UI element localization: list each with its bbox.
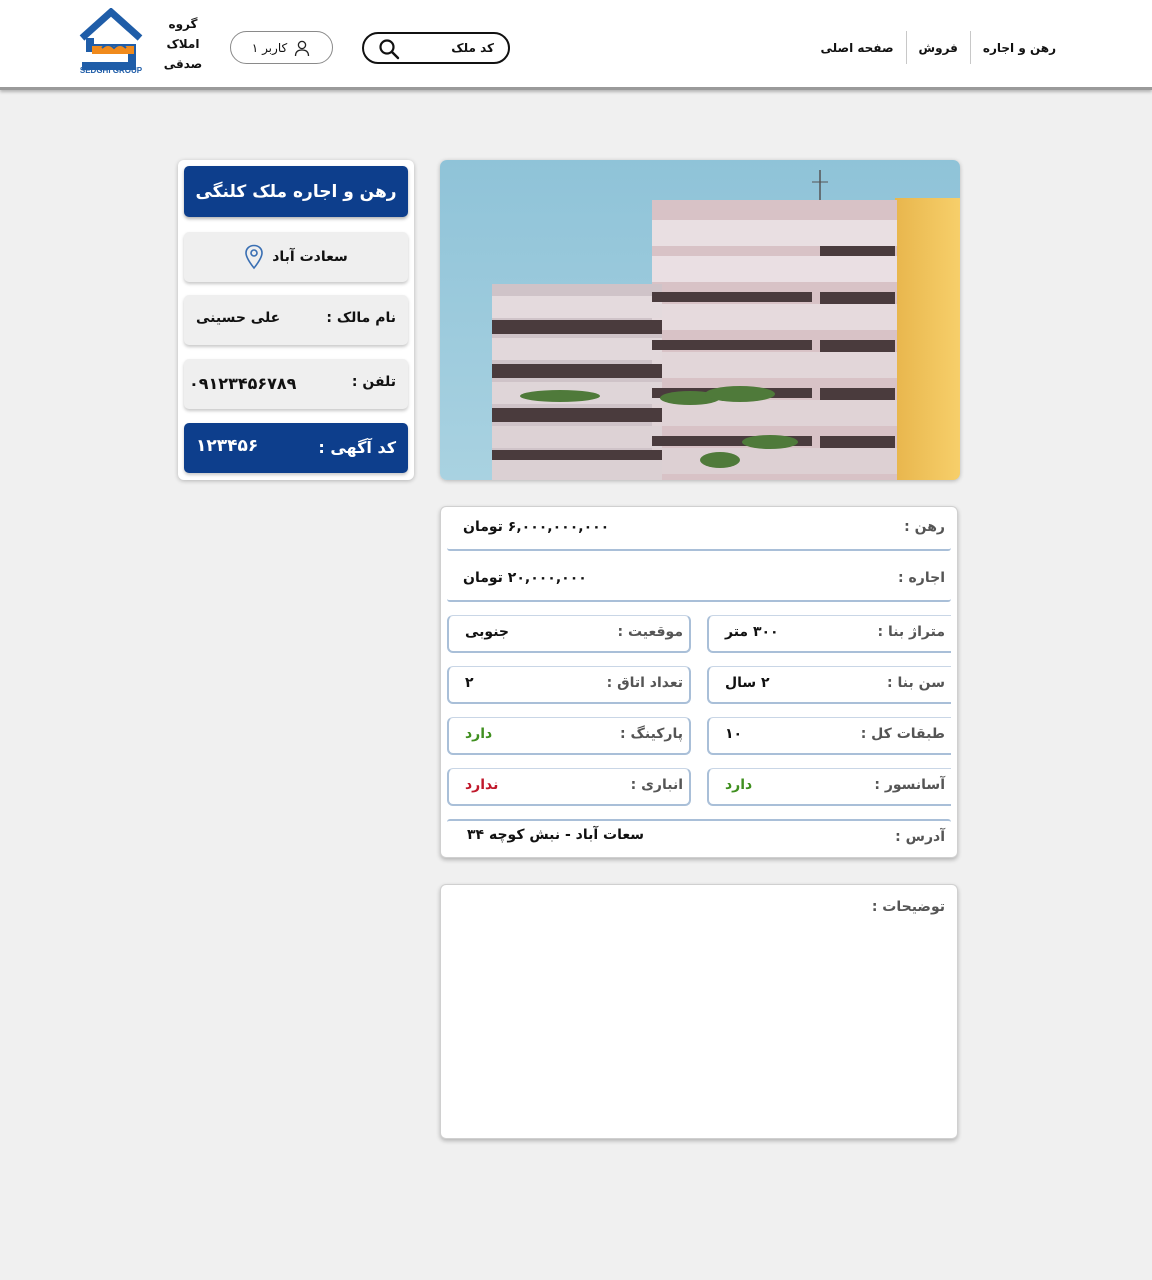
nav-divider xyxy=(905,31,907,64)
main-nav: صفحه اصلی فروش رهن و اجاره xyxy=(808,31,1068,64)
floors-value: ۱۰ xyxy=(725,726,743,742)
user-account-button[interactable]: کاربر ۱ xyxy=(230,31,333,64)
owner-row: نام مالک : علی حسینی xyxy=(184,295,408,345)
mortgage-label: رهن : xyxy=(904,519,945,535)
storage-label: انباری : xyxy=(630,777,683,793)
detail-storage: انباری : ندارد xyxy=(447,768,691,806)
top-header: SEDGHI GROUP گروه املاک صدقی کاربر ۱ صفح… xyxy=(0,0,1152,90)
storage-value: ندارد xyxy=(465,777,499,793)
listing-location: سعادت آباد xyxy=(184,232,408,282)
owner-label: نام مالک : xyxy=(326,310,396,326)
area-value: ۳۰۰ متر xyxy=(725,624,779,640)
detail-rent: اجاره : ۲۰,۰۰۰,۰۰۰ تومان xyxy=(447,558,951,602)
location-pin-icon xyxy=(245,244,264,270)
rent-value: ۲۰,۰۰۰,۰۰۰ تومان xyxy=(463,570,587,586)
parking-value: دارد xyxy=(465,726,493,742)
floors-label: طبقات کل : xyxy=(860,726,945,742)
detail-elevator: آسانسور : دارد xyxy=(707,768,951,806)
area-label: متراژ بنا : xyxy=(877,624,945,640)
search-input[interactable] xyxy=(404,39,494,57)
user-label: کاربر ۱ xyxy=(251,40,288,55)
description-box: توضیحات : xyxy=(440,884,958,1139)
phone-row: تلفن : ۰۹۱۲۳۴۵۶۷۸۹ xyxy=(184,359,408,409)
phone-number[interactable]: ۰۹۱۲۳۴۵۶۷۸۹ xyxy=(189,374,296,393)
search-icon[interactable] xyxy=(378,38,400,60)
address-label: آدرس : xyxy=(895,829,945,845)
detail-rooms: تعداد اتاق : ۲ xyxy=(447,666,691,704)
detail-position: موقعیت : جنوبی xyxy=(447,615,691,653)
property-photo[interactable] xyxy=(440,160,960,480)
rooms-label: تعداد اتاق : xyxy=(606,675,683,691)
nav-sale[interactable]: فروش xyxy=(907,31,970,64)
user-icon xyxy=(295,40,310,56)
rooms-value: ۲ xyxy=(465,675,474,691)
owner-name: علی حسینی xyxy=(196,310,281,326)
mortgage-value: ۶,۰۰۰,۰۰۰,۰۰۰ تومان xyxy=(463,519,610,535)
listing-code-row: کد آگهی : ۱۲۳۴۵۶ xyxy=(184,423,408,473)
logo-caption: SEDGHI GROUP xyxy=(79,66,143,75)
detail-address: آدرس : سعات آباد - نبش کوچه ۳۴ xyxy=(447,819,951,857)
description-label: توضیحات : xyxy=(871,899,945,915)
detail-mortgage: رهن : ۶,۰۰۰,۰۰۰,۰۰۰ تومان xyxy=(447,507,951,551)
nav-divider xyxy=(969,31,971,64)
elevator-value: دارد xyxy=(725,777,753,793)
listing-info-card: رهن و اجاره ملک کلنگی سعادت آباد نام مال… xyxy=(178,160,414,480)
nav-home[interactable]: صفحه اصلی xyxy=(808,31,905,64)
elevator-label: آسانسور : xyxy=(874,777,945,793)
detail-area: متراژ بنا : ۳۰۰ متر xyxy=(707,615,951,653)
detail-age: سن بنا : ۲ سال xyxy=(707,666,951,704)
detail-floors: طبقات کل : ۱۰ xyxy=(707,717,951,755)
parking-label: پارکینگ : xyxy=(620,726,683,742)
nav-rent[interactable]: رهن و اجاره xyxy=(971,31,1068,64)
rent-label: اجاره : xyxy=(898,570,945,586)
age-label: سن بنا : xyxy=(887,675,945,691)
building-image xyxy=(440,160,960,480)
property-code-search[interactable] xyxy=(362,32,510,64)
listing-title: رهن و اجاره ملک کلنگی xyxy=(184,166,408,217)
brand-name: گروه املاک صدقی xyxy=(163,17,203,71)
listing-code: ۱۲۳۴۵۶ xyxy=(196,436,259,456)
position-label: موقعیت : xyxy=(617,624,683,640)
address-value: سعات آباد - نبش کوچه ۳۴ xyxy=(467,827,645,843)
listing-code-label: کد آگهی : xyxy=(318,438,396,457)
position-value: جنوبی xyxy=(465,624,510,640)
detail-parking: پارکینگ : دارد xyxy=(447,717,691,755)
property-details: رهن : ۶,۰۰۰,۰۰۰,۰۰۰ تومان اجاره : ۲۰,۰۰۰… xyxy=(440,506,958,858)
phone-label: تلفن : xyxy=(351,374,396,390)
location-text: سعادت آباد xyxy=(272,249,348,265)
age-value: ۲ سال xyxy=(725,675,770,691)
